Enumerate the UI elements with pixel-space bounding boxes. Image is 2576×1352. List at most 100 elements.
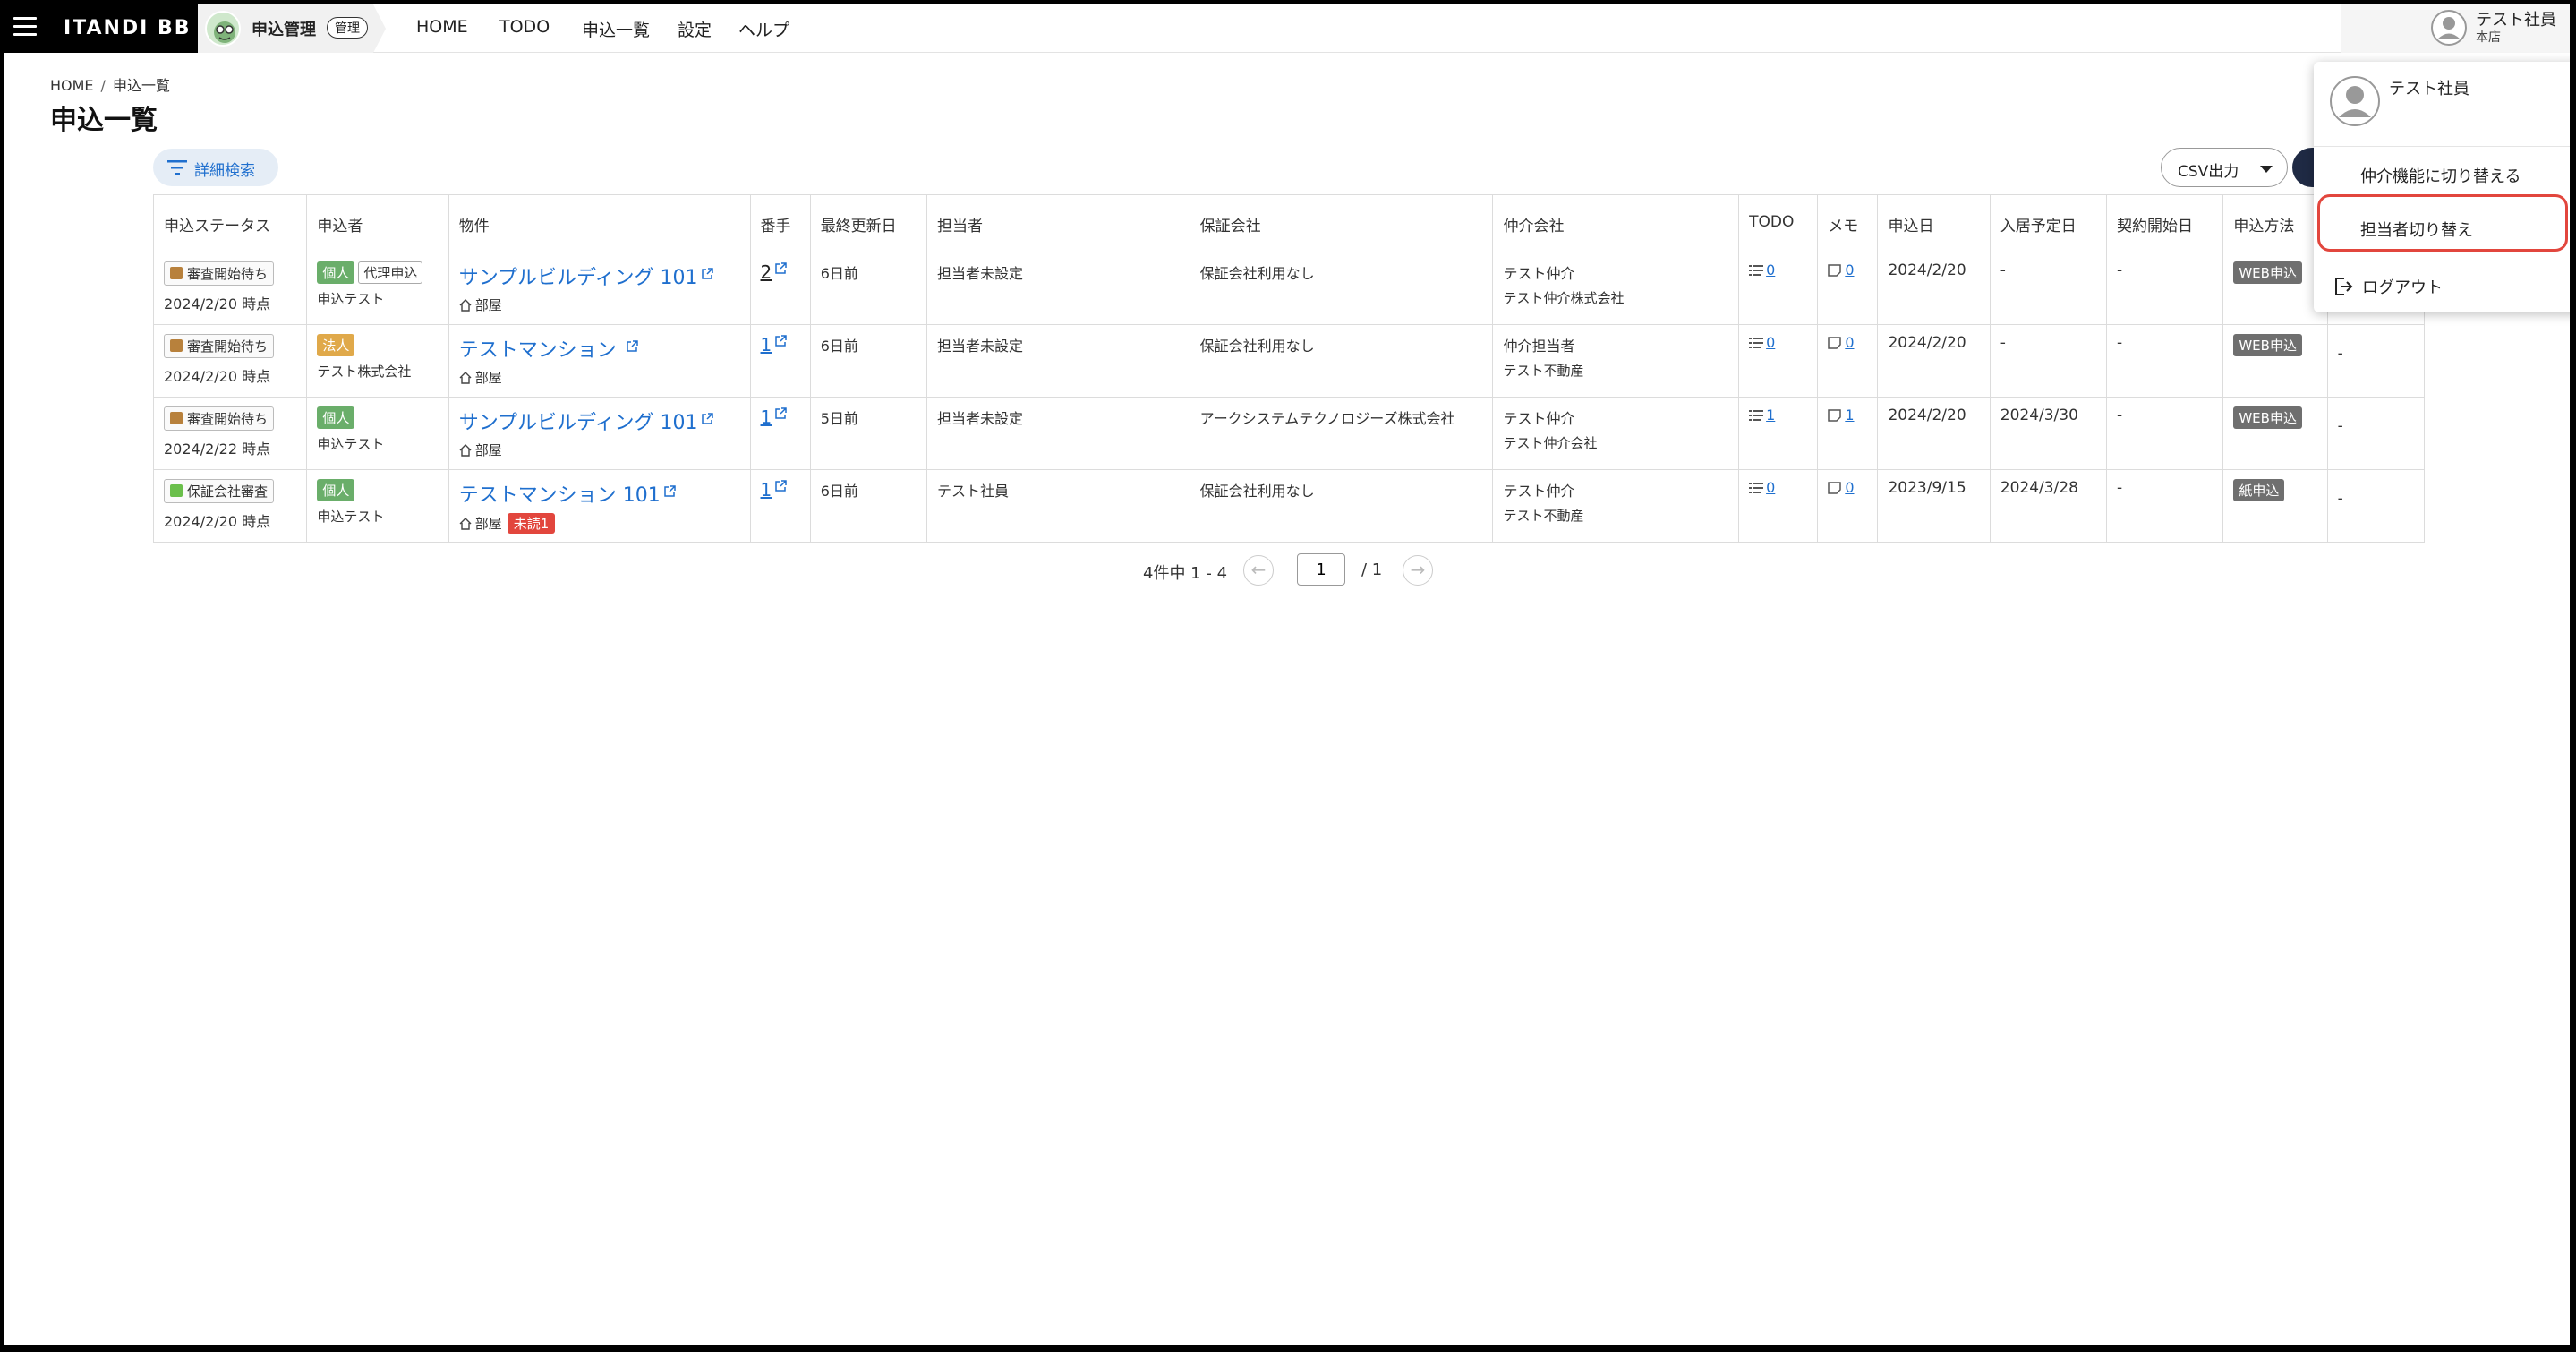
user-branch: 本店 [2476,30,2501,45]
cell-updated: 6日前 [809,469,927,543]
next-page-arrow-icon[interactable]: → [1403,555,1433,586]
applicant-type-badge: 個人 [317,479,355,501]
cell-property: サンプルビルディング 101 部屋 [448,397,751,470]
broker-person: 仲介担当者 [1503,338,1575,355]
room-text: 部屋 [474,370,502,386]
proxy-badge: 代理申込 [358,261,423,284]
applicant-name: テスト株式会社 [317,364,412,380]
cell-extra: - [2326,324,2426,398]
switch-to-agent-item[interactable]: 仲介機能に切り替える [2314,148,2570,200]
col-applicant[interactable]: 申込者 [306,194,449,252]
todo-count-link[interactable]: 0 [1766,261,1775,278]
prev-page-arrow-icon[interactable]: ← [1243,555,1274,586]
hamburger-menu-icon[interactable] [13,17,37,39]
cell-status: 審査開始待ち 2024/2/20 時点 [152,324,308,398]
col-guarantor[interactable]: 保証会社 [1189,194,1494,252]
switch-staff-label: 担当者切り替え [2360,221,2473,240]
nav-applications[interactable]: 申込一覧 [582,17,650,41]
property-name: サンプルビルディング 101 [458,267,698,289]
detail-search-button[interactable]: 詳細検索 [153,149,278,186]
nav-todo[interactable]: TODO [499,17,550,37]
memo-count-link[interactable]: 0 [1845,479,1854,496]
switch-to-agent-label: 仲介機能に切り替える [2360,167,2521,186]
cell-status: 審査開始待ち 2024/2/22 時点 [152,397,308,470]
logout-icon [2335,278,2353,295]
dropdown-user-name: テスト社員 [2389,80,2469,98]
app-mascot-icon [205,11,241,47]
status-color-icon [170,267,183,279]
cell-applicant: 個人 申込テスト [306,397,449,470]
broker-person: テスト仲介 [1503,483,1575,500]
col-move-in[interactable]: 入居予定日 [1989,194,2108,252]
external-link-icon [701,413,713,424]
todo-list-icon [1749,338,1764,348]
order-link[interactable]: 1 [761,334,772,355]
table-row[interactable]: 審査開始待ち 2024/2/22 時点 個人 申込テスト サンプルビルディング 101 部… [152,397,2426,470]
cell-method: WEB申込 [2222,397,2328,470]
col-todo[interactable]: TODO [1738,194,1819,252]
col-broker[interactable]: 仲介会社 [1492,194,1740,252]
applicant-type-badge: 法人 [317,334,355,356]
col-method[interactable]: 申込方法 [2222,194,2328,252]
memo-icon [1828,337,1842,349]
cell-applied: 2024/2/20 [1877,324,1991,398]
status-time: 2024/2/20 時点 [164,295,271,312]
order-link[interactable]: 2 [761,261,772,283]
nav-settings[interactable]: 設定 [678,17,712,41]
brand-bar: ITANDI BB [4,4,198,53]
property-link[interactable]: テストマンション [459,339,638,362]
csv-export-button[interactable]: CSV出力 [2161,148,2288,187]
cell-contract-start: - [2106,324,2224,398]
todo-count-link[interactable]: 0 [1766,479,1775,496]
cell-applicant: 法人 テスト株式会社 [306,324,449,398]
col-staff[interactable]: 担当者 [925,194,1190,252]
col-applied[interactable]: 申込日 [1877,194,1991,252]
cell-updated: 5日前 [809,397,927,470]
cell-extra: - [2326,469,2426,543]
cell-order: 1 [749,324,811,398]
order-link[interactable]: 1 [761,479,772,501]
user-menu-toggle[interactable]: テスト社員 本店 [2341,4,2570,53]
table-row[interactable]: 審査開始待ち 2024/2/20 時点 法人 テスト株式会社 テストマンション 部屋 1 6… [152,324,2426,398]
nav-home[interactable]: HOME [416,17,468,37]
user-dropdown-menu: テスト社員 仲介機能に切り替える 担当者切り替え ログアウト [2314,62,2570,312]
col-memo[interactable]: メモ [1817,194,1879,252]
app-switcher[interactable]: 申込管理 管理 [198,4,386,53]
table-row[interactable]: 保証会社審査 2024/2/20 時点 個人 申込テスト テストマンション 101 部屋未… [152,469,2426,543]
memo-count-link[interactable]: 0 [1845,334,1854,351]
top-header: ITANDI BB 申込管理 管理 HOME TODO 申込一覧 設定 ヘルプ … [4,4,2570,53]
col-updated[interactable]: 最終更新日 [809,194,927,252]
home-icon [459,372,472,384]
memo-count-link[interactable]: 1 [1845,406,1854,424]
brand-logo[interactable]: ITANDI BB [64,17,192,39]
logout-label: ログアウト [2362,278,2443,297]
broker-person: テスト仲介 [1503,265,1575,282]
col-property[interactable]: 物件 [448,194,751,252]
table-row[interactable]: 審査開始待ち 2024/2/20 時点 個人 代理申込 申込テスト サンプルビルディング … [152,252,2426,325]
chevron-down-icon [2260,166,2273,173]
property-link[interactable]: テストマンション 101 [459,484,676,507]
status-badge: 審査開始待ち [164,406,275,431]
broker-person: テスト仲介 [1503,410,1575,427]
page-number-input[interactable] [1297,553,1345,586]
order-value: 1 [760,406,772,428]
external-link-icon [627,340,638,352]
todo-count-link[interactable]: 0 [1766,334,1775,351]
property-link[interactable]: サンプルビルディング 101 [459,412,713,434]
property-link[interactable]: サンプルビルディング 101 [459,267,713,289]
room-text: 部屋 [474,442,502,458]
order-link[interactable]: 1 [761,406,772,428]
cell-staff: 担当者未設定 [925,252,1190,325]
page-title: 申込一覧 [50,105,158,136]
todo-count-link[interactable]: 1 [1766,406,1775,424]
col-order[interactable]: 番手 [749,194,811,252]
cell-property: テストマンション 部屋 [448,324,751,398]
col-status[interactable]: 申込ステータス [152,194,308,252]
nav-help[interactable]: ヘルプ [738,17,789,41]
cell-memo: 0 [1817,324,1879,398]
col-contract-start[interactable]: 契約開始日 [2106,194,2224,252]
logout-item[interactable]: ログアウト [2314,257,2570,309]
switch-staff-item[interactable]: 担当者切り替え [2314,201,2570,253]
memo-count-link[interactable]: 0 [1845,261,1854,278]
breadcrumb-home[interactable]: HOME [50,77,94,94]
